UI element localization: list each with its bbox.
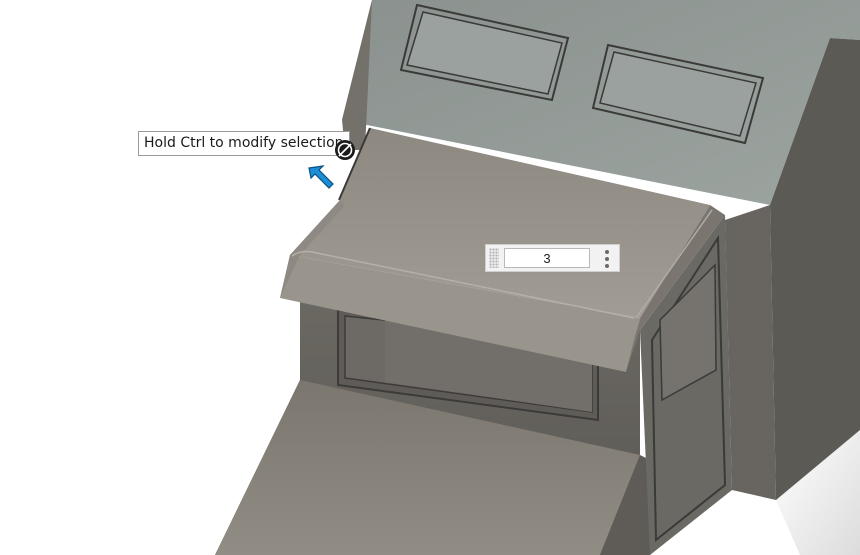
drag-grip-icon[interactable] [489, 248, 499, 268]
3d-model-canvas[interactable] [0, 0, 860, 555]
pointer-badge-icon [335, 140, 355, 160]
right-block-side [725, 205, 776, 500]
upper-block-left [342, 0, 372, 150]
select-arrow-icon [308, 165, 334, 189]
select-arrow-cursor-icon [303, 134, 363, 196]
dimension-input-widget [485, 244, 620, 272]
dimension-value-input[interactable] [504, 248, 590, 268]
more-options-icon[interactable] [602, 250, 612, 268]
3d-viewport[interactable] [0, 0, 860, 555]
